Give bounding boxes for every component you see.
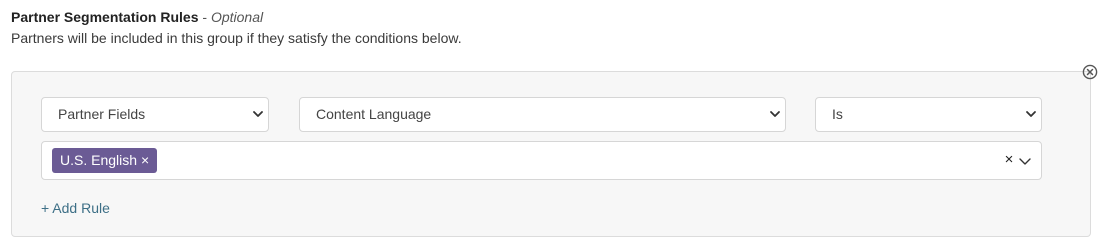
- add-rule-link[interactable]: + Add Rule: [41, 199, 110, 217]
- section-description: Partners will be included in this group …: [11, 30, 462, 46]
- chevron-down-icon: [770, 111, 780, 117]
- optional-label: Optional: [210, 9, 264, 25]
- field-value: Content Language: [316, 106, 432, 122]
- operator-value: Is: [832, 106, 843, 122]
- values-multi-select[interactable]: U.S. English × ×: [41, 141, 1042, 180]
- segmentation-rules-page: Partner Segmentation Rules - Optional Pa…: [0, 0, 1109, 251]
- value-tag-label: U.S. English: [60, 152, 138, 168]
- section-title: Partner Segmentation Rules: [11, 9, 199, 25]
- tag-remove-icon[interactable]: ×: [141, 148, 149, 173]
- section-header: Partner Segmentation Rules - Optional Pa…: [11, 8, 462, 47]
- value-tag: U.S. English ×: [52, 148, 158, 173]
- chevron-down-icon[interactable]: [1018, 156, 1032, 168]
- field-type-select[interactable]: Partner Fields: [41, 97, 269, 132]
- field-select[interactable]: Content Language: [299, 97, 786, 132]
- chevron-down-icon: [253, 111, 263, 117]
- clear-icon[interactable]: ×: [1002, 152, 1016, 168]
- chevron-down-icon: [1026, 111, 1036, 117]
- section-title-line: Partner Segmentation Rules - Optional: [11, 8, 462, 26]
- optional-separator: -: [198, 9, 211, 25]
- operator-select[interactable]: Is: [815, 97, 1042, 132]
- circle-x-icon[interactable]: [1082, 64, 1098, 80]
- field-type-value: Partner Fields: [58, 106, 146, 122]
